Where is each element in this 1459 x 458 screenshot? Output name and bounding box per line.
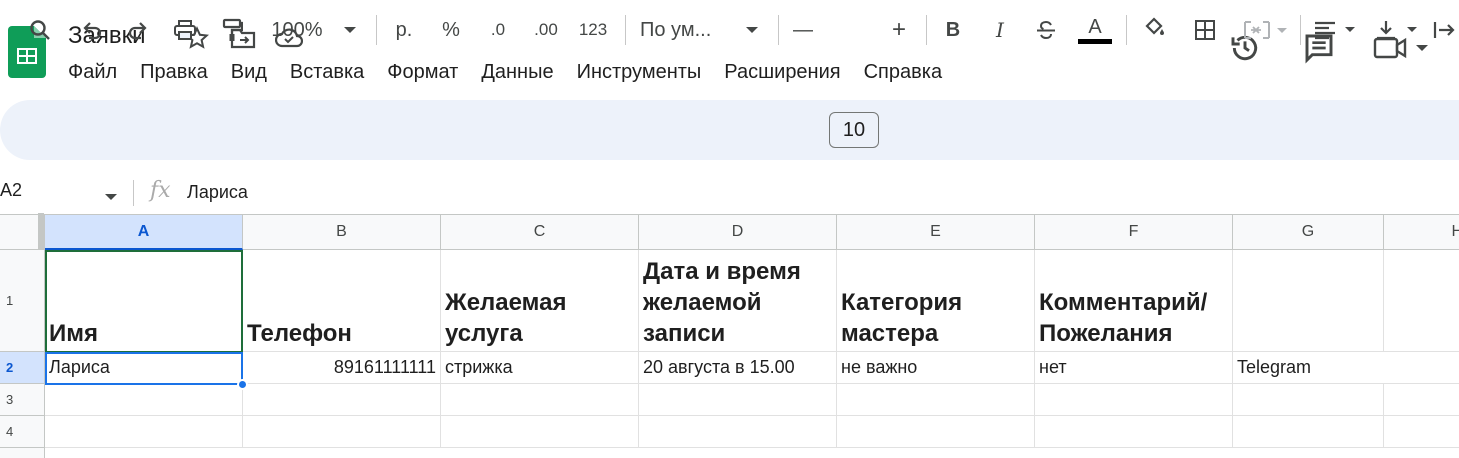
cell-a4[interactable]: [45, 416, 243, 448]
search-icon[interactable]: [22, 0, 58, 60]
text-wrap-icon[interactable]: [1432, 0, 1459, 60]
row-header-3[interactable]: 3: [0, 384, 45, 416]
menu-extensions[interactable]: Расширения: [724, 60, 840, 84]
toolbar: [0, 100, 1459, 160]
cell-a3[interactable]: [45, 384, 243, 416]
cell-f2[interactable]: нет: [1035, 352, 1233, 384]
column-header-d[interactable]: D: [639, 214, 837, 250]
row-header-2[interactable]: 2: [0, 352, 45, 384]
cell-g2[interactable]: Telegram: [1233, 352, 1459, 384]
cell-d3[interactable]: [639, 384, 837, 416]
font-dropdown-icon[interactable]: [740, 0, 764, 60]
cell-a2[interactable]: Лариса: [45, 352, 243, 384]
zoom-select[interactable]: 100%: [262, 0, 332, 60]
vertical-align-icon[interactable]: [1370, 0, 1426, 60]
column-header-g[interactable]: G: [1233, 214, 1384, 250]
menu-insert[interactable]: Вставка: [290, 60, 364, 84]
cell-b1[interactable]: Телефон: [243, 250, 441, 352]
increase-decimal-button[interactable]: .00: [527, 0, 565, 60]
column-header-c[interactable]: C: [441, 214, 639, 250]
cell-g1[interactable]: [1233, 250, 1384, 352]
name-box-dropdown-icon[interactable]: [104, 188, 118, 206]
cell-h1[interactable]: [1384, 250, 1459, 352]
increase-font-size-button[interactable]: +: [884, 0, 914, 60]
decrease-decimal-label: .0: [490, 20, 506, 39]
cell-d4[interactable]: [639, 416, 837, 448]
cell-c1[interactable]: Желаемая услуга: [441, 250, 639, 352]
zoom-dropdown-icon[interactable]: [336, 0, 364, 60]
column-header-a[interactable]: A: [45, 214, 243, 250]
select-all-corner[interactable]: [0, 213, 45, 250]
cell-h3[interactable]: [1384, 384, 1459, 416]
cell-e3[interactable]: [837, 384, 1035, 416]
column-header-h[interactable]: H: [1384, 214, 1459, 250]
cell-e2[interactable]: не важно: [837, 352, 1035, 384]
cell-c4[interactable]: [441, 416, 639, 448]
menu-bar: Файл Правка Вид Вставка Формат Данные Ин…: [68, 60, 965, 84]
increase-decimal-label: .00: [534, 20, 558, 39]
text-color-label: A: [1088, 15, 1102, 38]
column-header-f[interactable]: F: [1035, 214, 1233, 250]
undo-icon[interactable]: [76, 0, 108, 60]
cell-f1[interactable]: Комментарий/ Пожелания: [1035, 250, 1233, 352]
font-size-input[interactable]: 10: [829, 112, 879, 148]
menu-edit[interactable]: Правка: [140, 60, 208, 84]
menu-tools[interactable]: Инструменты: [577, 60, 702, 84]
percent-format-button[interactable]: %: [435, 0, 467, 60]
cell-f4[interactable]: [1035, 416, 1233, 448]
name-box[interactable]: A2: [0, 180, 22, 201]
cell-a1[interactable]: Имя: [45, 250, 243, 352]
currency-format-button[interactable]: р.: [388, 0, 420, 60]
cell-b3[interactable]: [243, 384, 441, 416]
print-icon[interactable]: [169, 0, 201, 60]
menu-data[interactable]: Данные: [481, 60, 553, 84]
cell-h4[interactable]: [1384, 416, 1459, 448]
bold-button[interactable]: B: [938, 0, 968, 60]
cell-g4[interactable]: [1233, 416, 1384, 448]
italic-button[interactable]: I: [985, 0, 1015, 60]
cell-g3[interactable]: [1233, 384, 1384, 416]
number-format-button[interactable]: 123: [575, 0, 611, 60]
redo-icon[interactable]: [122, 0, 154, 60]
fill-color-icon[interactable]: [1136, 0, 1174, 60]
column-header-h-label: H: [1451, 223, 1459, 240]
decrease-decimal-button[interactable]: .0: [482, 0, 514, 60]
column-header-b[interactable]: B: [243, 214, 441, 250]
menu-view[interactable]: Вид: [231, 60, 267, 84]
cell-c2[interactable]: стрижка: [441, 352, 639, 384]
font-select[interactable]: По ум...: [640, 0, 730, 60]
cell-b4[interactable]: [243, 416, 441, 448]
formula-input[interactable]: Лариса: [187, 182, 248, 203]
merge-cells-icon[interactable]: [1238, 0, 1294, 60]
cell-c3[interactable]: [441, 384, 639, 416]
horizontal-align-icon[interactable]: [1308, 0, 1364, 60]
column-header-e[interactable]: E: [837, 214, 1035, 250]
function-icon: fx: [150, 178, 171, 203]
decrease-font-size-button[interactable]: —: [788, 0, 818, 60]
cell-d2[interactable]: 20 августа в 15.00: [639, 352, 837, 384]
text-color-button[interactable]: A: [1076, 0, 1114, 60]
cell-f3[interactable]: [1035, 384, 1233, 416]
borders-icon[interactable]: [1188, 0, 1222, 60]
row-header-1[interactable]: 1: [0, 250, 45, 352]
cell-d1[interactable]: Дата и время желаемой записи: [639, 250, 837, 352]
text-color-swatch: [1078, 38, 1112, 44]
paint-format-icon[interactable]: [216, 0, 248, 60]
strikethrough-icon[interactable]: [1031, 0, 1061, 60]
menu-help[interactable]: Справка: [864, 60, 942, 84]
row-header-4[interactable]: 4: [0, 416, 45, 448]
cell-e4[interactable]: [837, 416, 1035, 448]
cell-b2[interactable]: 89161111111: [243, 352, 441, 384]
fill-handle[interactable]: [237, 379, 248, 390]
menu-format[interactable]: Формат: [387, 60, 458, 84]
menu-file[interactable]: Файл: [68, 60, 117, 84]
cell-e1[interactable]: Категория мастера: [837, 250, 1035, 352]
